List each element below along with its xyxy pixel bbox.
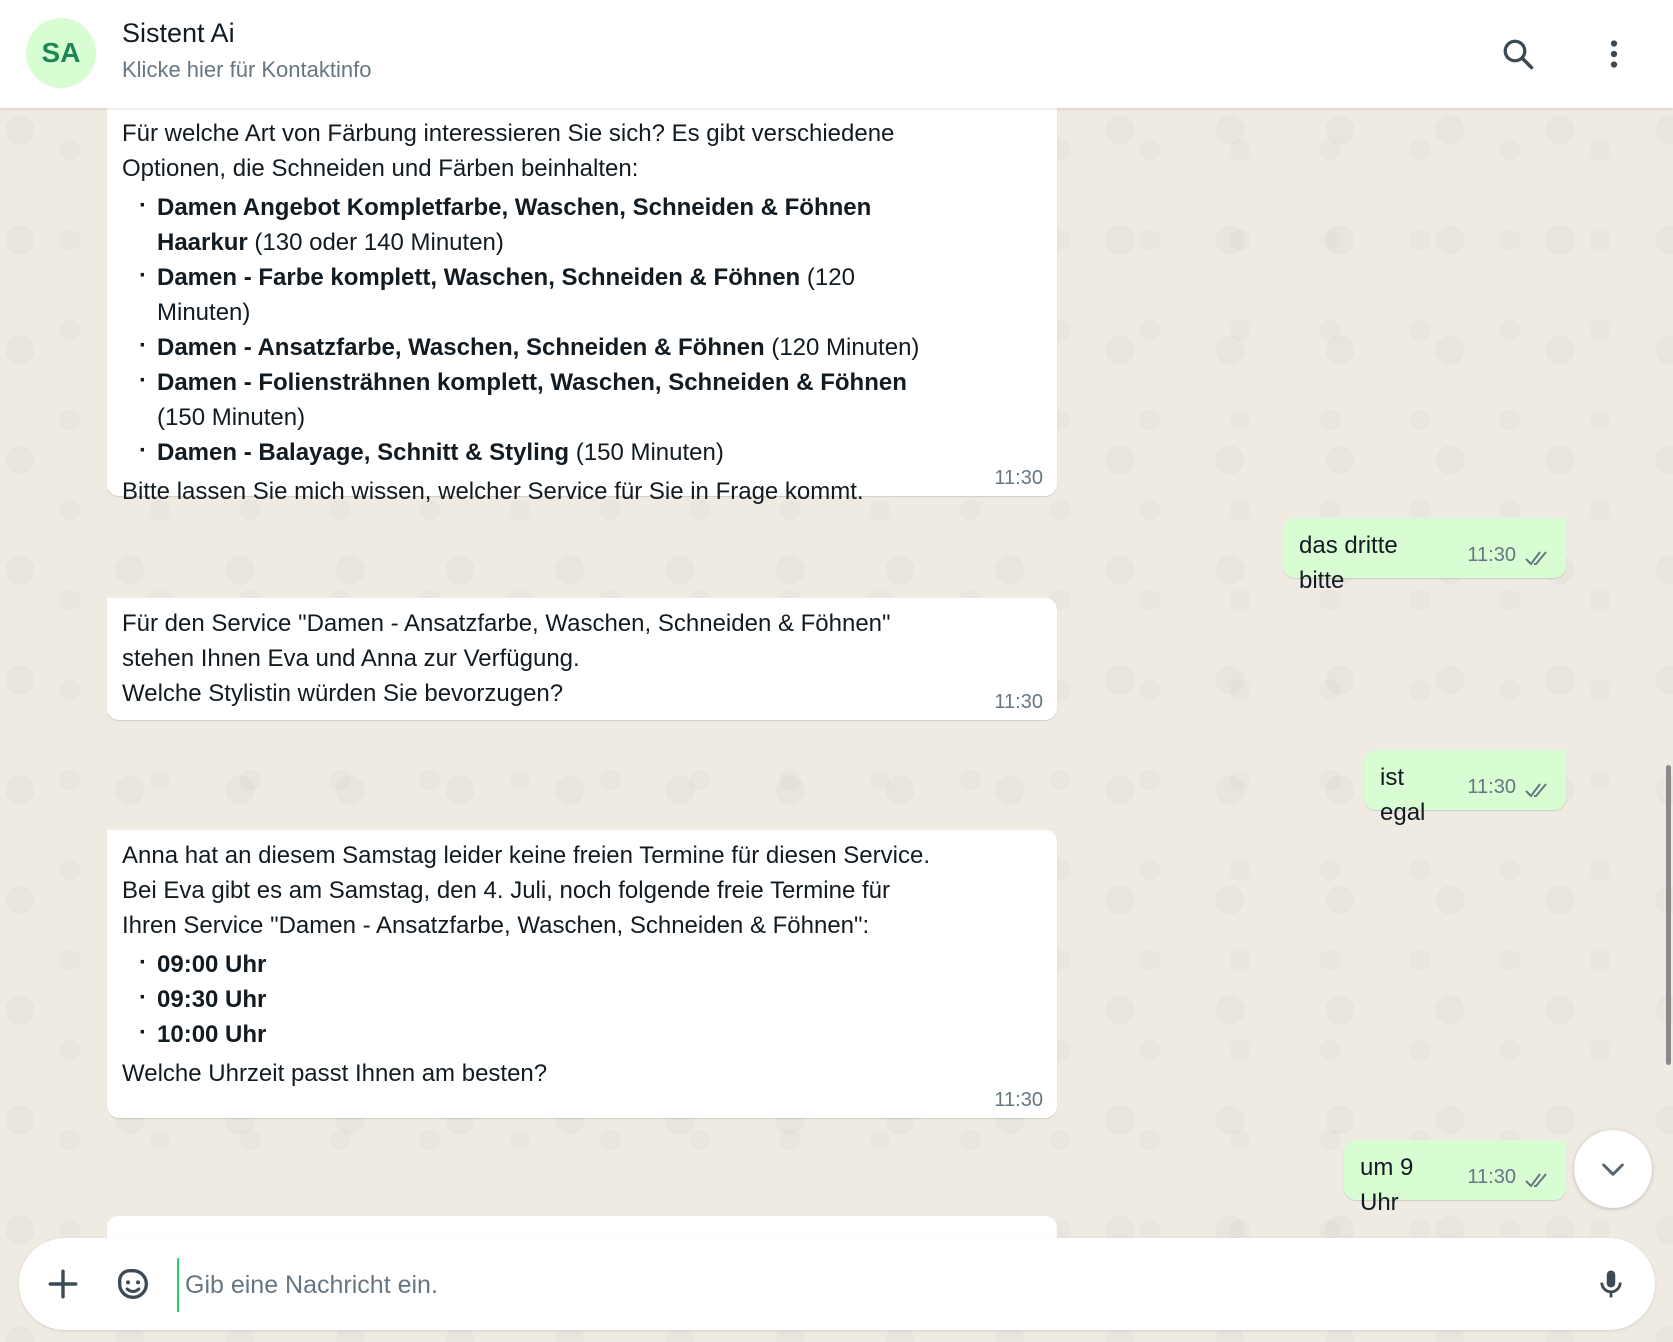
message-time: 11:30 — [994, 467, 1043, 489]
list-item: Damen Angebot Kompletfarbe, Waschen, Sch… — [139, 188, 947, 260]
service-duration: (150 Minuten) — [569, 439, 724, 466]
service-list: Damen Angebot Kompletfarbe, Waschen, Sch… — [122, 188, 947, 470]
timeslot: 09:00 Uhr — [157, 951, 267, 978]
service-name: Damen - Foliensträhnen komplett, Waschen… — [157, 369, 907, 396]
timeslot-list: 09:00 Uhr 09:30 Uhr 10:00 Uhr — [122, 945, 947, 1052]
message-time: 11:30 — [994, 691, 1043, 713]
double-check-icon — [1525, 1173, 1547, 1188]
list-item: Damen - Farbe komplett, Waschen, Schneid… — [139, 258, 947, 330]
list-item: 10:00 Uhr — [139, 1015, 947, 1052]
message-text: Bitte lassen Sie mich wissen, welcher Se… — [122, 478, 864, 505]
message-outgoing: ist egal 11:30 — [1364, 750, 1566, 826]
message-incoming: Für den Service "Damen - Ansatzfarbe, Wa… — [107, 598, 1057, 720]
contact-name[interactable]: Sistent Ai — [122, 18, 235, 49]
message-outgoing: das dritte bitte 11:30 — [1283, 518, 1566, 594]
message-text: Anna hat an diesem Samstag leider keine … — [122, 842, 930, 869]
message-time: 11:30 — [1467, 1166, 1516, 1188]
service-name: Damen - Farbe komplett, Waschen, Schneid… — [157, 264, 801, 291]
message-text: Bei Eva gibt es am Samstag, den 4. Juli,… — [122, 877, 890, 939]
message-text: Welche Uhrzeit passt Ihnen am besten? — [122, 1060, 548, 1087]
message-time: 11:30 — [1467, 776, 1516, 798]
service-duration: (120 Minuten) — [764, 334, 920, 361]
message-incoming: Für welche Art von Färbung interessieren… — [107, 108, 1057, 505]
attach-button[interactable] — [39, 1260, 87, 1308]
timeslot: 09:30 Uhr — [157, 986, 267, 1013]
service-name: Damen - Balayage, Schnitt & Styling — [157, 439, 570, 466]
message-input[interactable] — [177, 1258, 1567, 1312]
chat-header[interactable]: SA Sistent Ai Klicke hier für Kontaktinf… — [0, 0, 1673, 108]
list-item: Damen - Ansatzfarbe, Waschen, Schneiden … — [139, 328, 947, 365]
message-incoming: Anna hat an diesem Samstag leider keine … — [107, 830, 1057, 1118]
list-item: Damen - Foliensträhnen komplett, Waschen… — [139, 363, 947, 435]
scroll-down-button[interactable] — [1574, 1130, 1652, 1208]
sticker-icon — [118, 1269, 149, 1299]
scrollbar[interactable] — [1666, 765, 1671, 1065]
search-icon — [1503, 39, 1534, 70]
list-item: Damen - Balayage, Schnitt & Styling (150… — [139, 433, 947, 470]
message-composer — [19, 1238, 1655, 1330]
chat-area[interactable]: Für welche Art von Färbung interessieren… — [0, 108, 1673, 1238]
message-incoming-partial — [107, 1216, 1057, 1238]
message-time: 11:30 — [1467, 544, 1516, 566]
list-item: 09:00 Uhr — [139, 945, 947, 982]
microphone-icon — [1600, 1270, 1622, 1298]
message-text: das dritte bitte — [1299, 532, 1398, 594]
more-vertical-icon — [1610, 40, 1618, 68]
message-text: Für welche Art von Färbung interessieren… — [122, 120, 895, 182]
sticker-button[interactable] — [109, 1260, 157, 1308]
search-button[interactable] — [1494, 30, 1542, 78]
contact-subtitle[interactable]: Klicke hier für Kontaktinfo — [122, 57, 371, 83]
message-time: 11:30 — [994, 1089, 1043, 1111]
timeslot: 10:00 Uhr — [157, 1021, 267, 1048]
voice-message-button[interactable] — [1587, 1260, 1635, 1308]
message-text: ist egal — [1380, 764, 1426, 826]
message-outgoing: um 9 Uhr 11:30 — [1344, 1140, 1566, 1216]
message-text: um 9 Uhr — [1360, 1154, 1414, 1216]
double-check-icon — [1525, 783, 1547, 798]
service-duration: (130 oder 140 Minuten) — [247, 229, 504, 256]
service-duration: (150 Minuten) — [157, 404, 306, 431]
message-text: Für den Service "Damen - Ansatzfarbe, Wa… — [122, 610, 891, 672]
service-name: Damen - Ansatzfarbe, Waschen, Schneiden … — [157, 334, 765, 361]
plus-icon — [48, 1269, 78, 1299]
chevron-down-icon — [1602, 1163, 1624, 1176]
message-text: Welche Stylistin würden Sie bevorzugen? — [122, 680, 564, 707]
avatar[interactable]: SA — [26, 18, 96, 88]
menu-button[interactable] — [1590, 30, 1638, 78]
double-check-icon — [1525, 551, 1547, 566]
list-item: 09:30 Uhr — [139, 980, 947, 1017]
